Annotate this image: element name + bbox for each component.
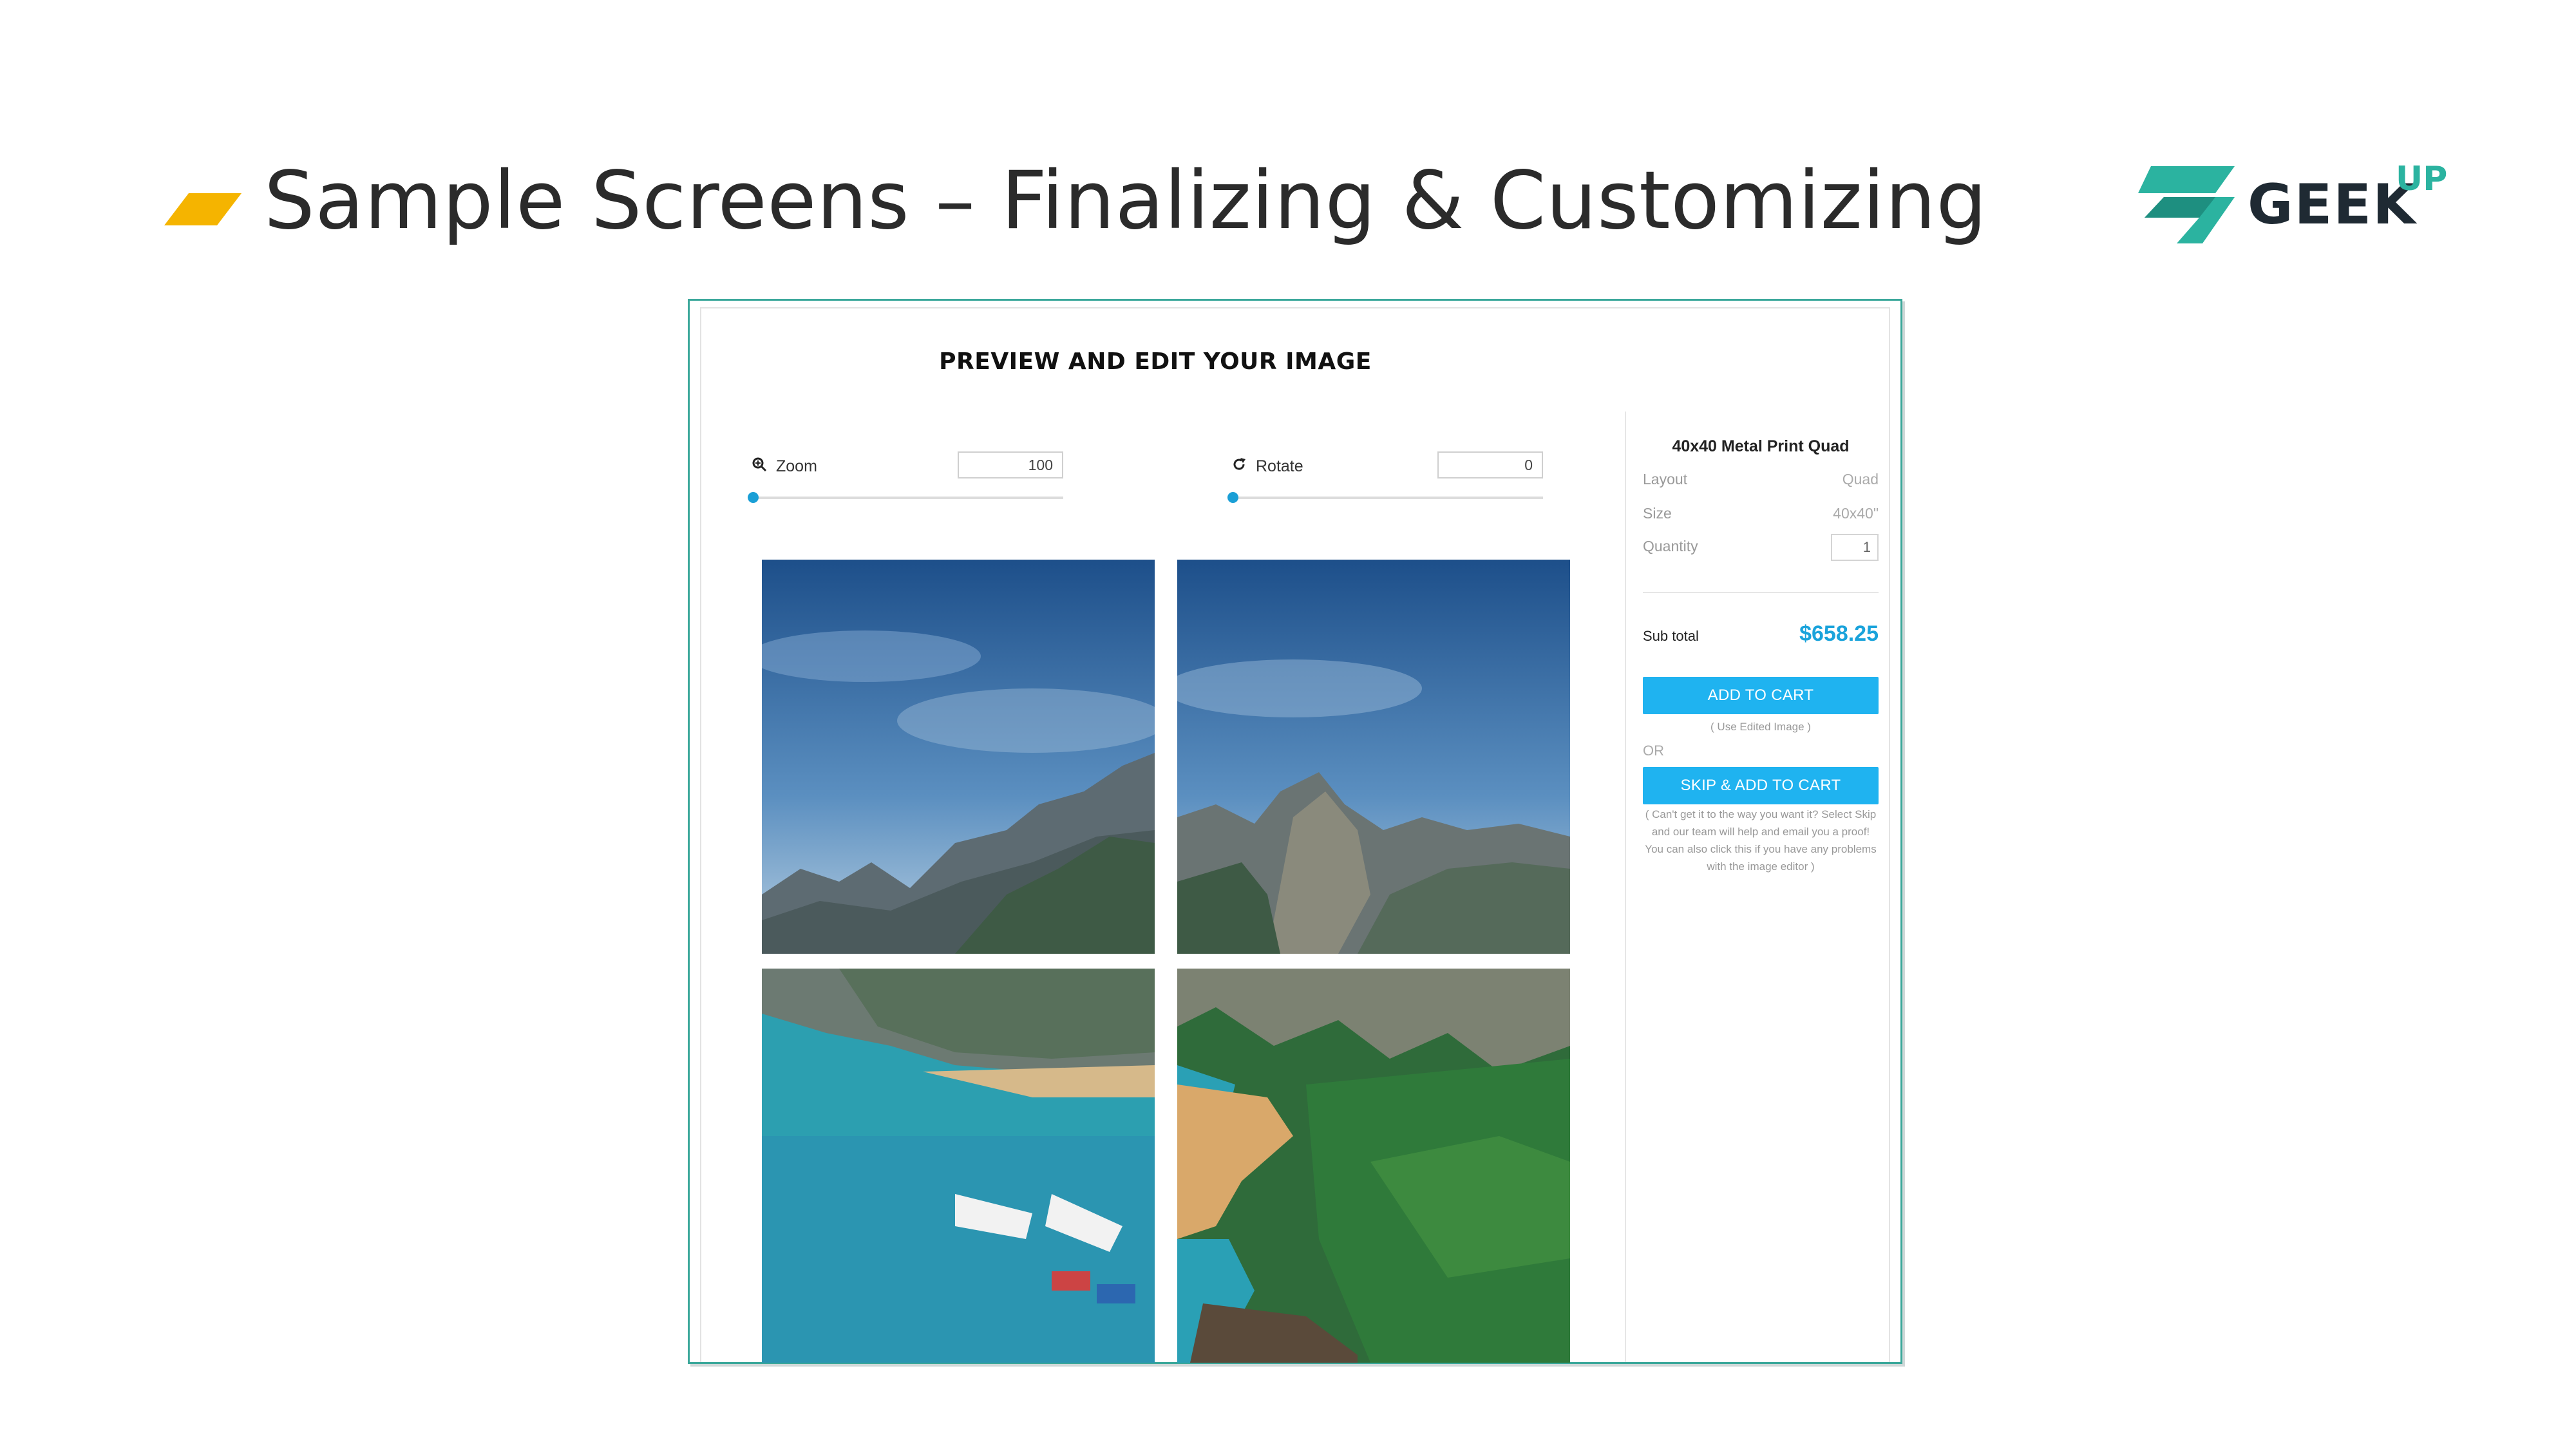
- quantity-row: Quantity 1: [1643, 534, 1879, 561]
- rotate-control: Rotate 0: [1227, 451, 1543, 509]
- quantity-input[interactable]: 1: [1831, 534, 1879, 561]
- accent-mark-icon: [164, 193, 242, 225]
- order-sidebar: 40x40 Metal Print Quad Layout Quad Size …: [1625, 412, 1895, 1362]
- divider: [1643, 592, 1879, 593]
- image-quad-top-left[interactable]: [762, 560, 1155, 954]
- size-label: Size: [1643, 505, 1672, 522]
- image-quad-top-right[interactable]: [1177, 560, 1570, 954]
- subtotal-value: $658.25: [1799, 621, 1879, 646]
- image-quad-bottom-right[interactable]: [1177, 969, 1570, 1363]
- size-value: 40x40": [1833, 505, 1879, 522]
- add-to-cart-button[interactable]: ADD TO CART: [1643, 677, 1879, 714]
- subtotal-label: Sub total: [1643, 628, 1699, 644]
- layout-value: Quad: [1842, 471, 1879, 488]
- zoom-icon: [752, 457, 767, 477]
- zoom-control: Zoom 100: [748, 451, 1063, 509]
- layout-row: Layout Quad: [1643, 471, 1879, 493]
- edited-image-note: ( Use Edited Image ): [1710, 721, 1811, 733]
- zoom-label: Zoom: [776, 457, 817, 475]
- logo-superscript: UP: [2396, 160, 2448, 198]
- image-quad-bottom-left[interactable]: [762, 969, 1155, 1363]
- rotate-slider-track[interactable]: [1231, 497, 1543, 499]
- rotate-slider-handle[interactable]: [1227, 492, 1238, 503]
- skip-add-to-cart-button[interactable]: SKIP & ADD TO CART: [1643, 767, 1879, 804]
- zoom-slider-track[interactable]: [752, 497, 1063, 499]
- logo-wordmark: GEEK: [2248, 173, 2417, 237]
- or-separator: OR: [1643, 743, 1664, 759]
- skip-help-note: ( Can't get it to the way you want it? S…: [1645, 808, 1877, 873]
- layout-label: Layout: [1643, 471, 1688, 488]
- rotate-icon: [1231, 457, 1247, 477]
- editor-panel: PREVIEW AND EDIT YOUR IMAGE Zoom 100 Rot…: [700, 307, 1890, 1363]
- geekup-logo: GEEK UP: [2138, 160, 2447, 250]
- size-row: Size 40x40": [1643, 505, 1879, 527]
- editor-title: PREVIEW AND EDIT YOUR IMAGE: [939, 348, 1372, 375]
- rotate-label: Rotate: [1256, 457, 1303, 475]
- slide-title: Sample Screens – Finalizing & Customizin…: [264, 155, 1987, 247]
- editor-screenshot: PREVIEW AND EDIT YOUR IMAGE Zoom 100 Rot…: [688, 299, 1902, 1364]
- product-title: 40x40 Metal Print Quad: [1672, 437, 1850, 455]
- quantity-label: Quantity: [1643, 538, 1698, 554]
- subtotal-row: Sub total $658.25: [1643, 621, 1879, 646]
- rotate-input[interactable]: 0: [1437, 451, 1543, 478]
- geekup-logo-icon: [2138, 166, 2235, 243]
- zoom-slider-handle[interactable]: [748, 492, 759, 503]
- zoom-input[interactable]: 100: [958, 451, 1063, 478]
